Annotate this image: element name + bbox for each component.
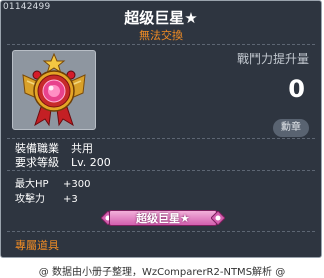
level-value: Lv. 200 — [71, 156, 111, 169]
item-icon-frame — [12, 50, 96, 130]
stat-label: 攻擊力 — [15, 194, 45, 205]
medal-button[interactable]: 勳章 — [273, 119, 309, 137]
divider — [7, 231, 315, 232]
stat-row-max-hp: 最大HP +300 — [15, 175, 90, 190]
combat-power-value: 0 — [288, 75, 305, 103]
item-tooltip: 01142499 超级巨星★ 無法交換 戰鬥力提升量 0 勳章 裝備職業 共用 … — [0, 0, 322, 258]
stat-label: 最大HP — [15, 179, 49, 190]
stat-value: +300 — [63, 179, 91, 190]
combat-power-label: 戰鬥力提升量 — [236, 52, 309, 66]
trade-status: 無法交換 — [139, 29, 183, 42]
set-banner-label: 超级巨星★ — [109, 210, 217, 226]
footer-credit: @ 数据由小册子整理，WzComparerR2-NTMS解析 @ — [38, 267, 286, 278]
divider — [7, 170, 315, 171]
set-banner: 超级巨星★ — [101, 209, 225, 227]
gem-icon — [211, 211, 225, 225]
divider — [7, 44, 315, 45]
stat-row-attack: 攻擊力 +3 — [15, 190, 78, 205]
stat-value: +3 — [63, 194, 78, 205]
divider — [7, 138, 315, 139]
exclusive-item-label: 專屬道具 — [15, 239, 59, 252]
item-name: 超级巨星★ — [124, 9, 198, 27]
star-medal-icon — [22, 53, 86, 127]
level-label: 要求等級 — [15, 156, 59, 169]
level-row: 要求等級 Lv. 200 — [15, 154, 111, 170]
